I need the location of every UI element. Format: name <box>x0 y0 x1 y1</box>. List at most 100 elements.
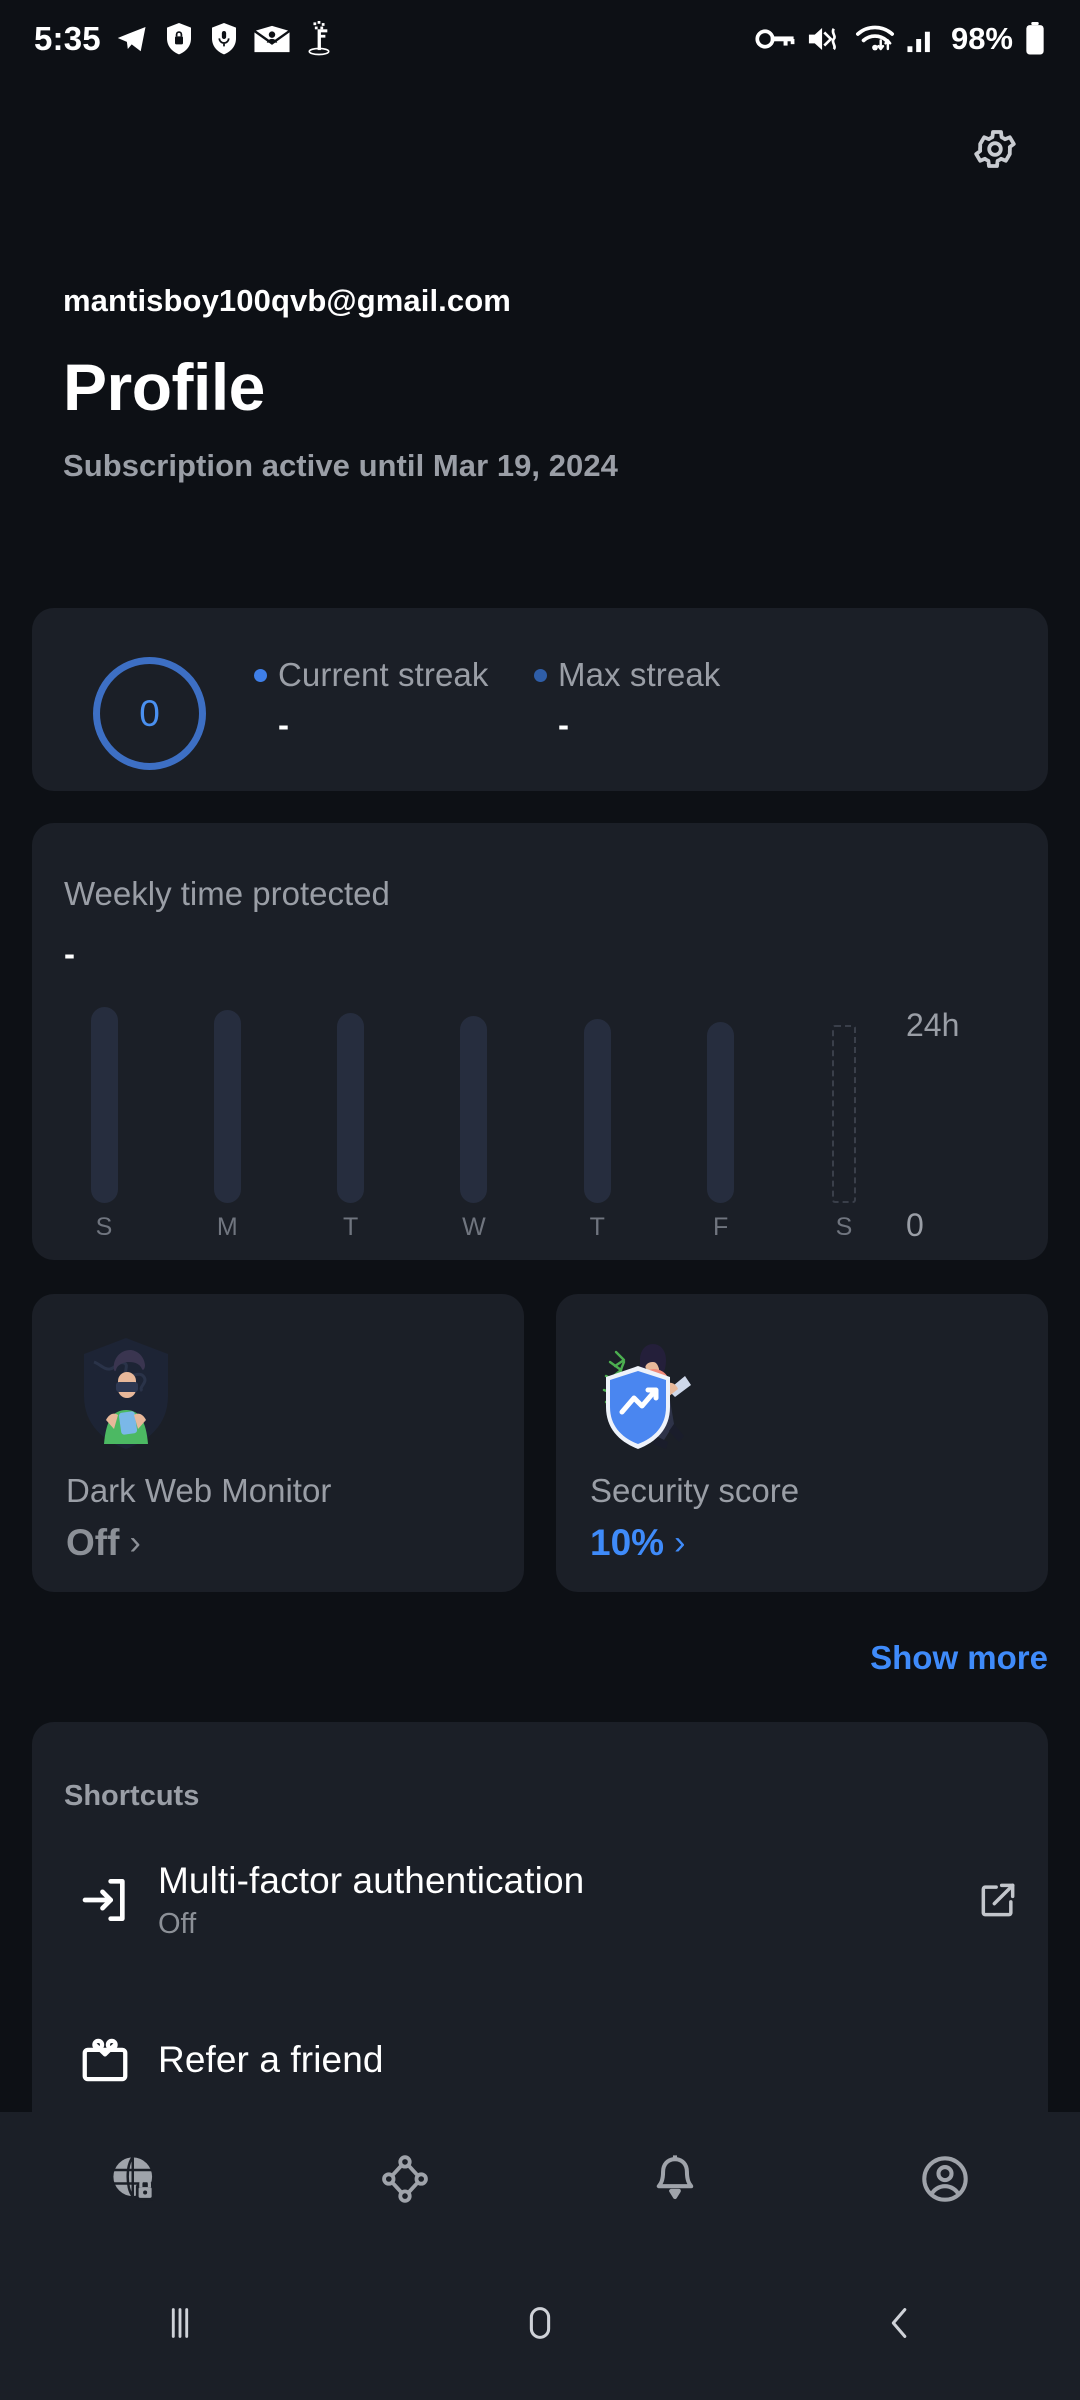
bottom-nav-profile-tab[interactable] <box>810 2112 1080 2246</box>
system-navigation-bar <box>0 2246 1080 2400</box>
chart-bar-slot <box>187 1010 267 1203</box>
shortcuts-header: Shortcuts <box>64 1780 200 1812</box>
chart-bar <box>337 1013 365 1203</box>
chart-x-label: S <box>835 1213 853 1241</box>
shortcut-refer-texts: Refer a friend <box>158 2039 948 2081</box>
cellular-signal-icon <box>907 31 930 53</box>
chart-y-min-label: 0 <box>906 1207 924 1243</box>
shortcut-mfa-label: Multi-factor authentication <box>158 1859 585 1901</box>
chart-bar-slot <box>557 1019 637 1203</box>
chart-bar-slot <box>681 1022 761 1203</box>
max-streak-label: Max streak <box>558 656 721 693</box>
settings-button[interactable] <box>968 122 1022 176</box>
gift-icon <box>78 2033 158 2087</box>
chart-bar <box>583 1019 611 1203</box>
app-screen: 5:35 98% mantisboy100qvb@gmail.com Profi… <box>0 0 1080 2400</box>
chart-x-label: S <box>95 1213 113 1241</box>
weekly-chart: S M T W T F S 24h 0 <box>64 991 1020 1243</box>
system-recents-button[interactable] <box>0 2300 360 2346</box>
wifi-icon <box>855 25 894 51</box>
shortcut-mfa-texts: Multi-factor authentication Off <box>158 1860 948 1941</box>
gear-icon <box>974 130 1016 168</box>
chart-x-label: F <box>713 1213 729 1241</box>
security-score-value-row[interactable]: 10% › <box>590 1522 685 1564</box>
bottom-nav-notifications-tab[interactable] <box>540 2112 810 2246</box>
profile-header: mantisboy100qvb@gmail.com Profile Subscr… <box>63 283 1023 484</box>
chart-x-label: T <box>343 1213 359 1241</box>
current-streak-dot-icon <box>254 668 267 682</box>
chart-bar-slot <box>434 1016 514 1203</box>
shortcut-mfa-sub: Off <box>158 1907 197 1940</box>
bottom-nav-vpn-tab[interactable] <box>0 2112 270 2246</box>
status-bar-right: 98% <box>755 21 1046 57</box>
chart-bar <box>90 1007 118 1203</box>
telegram-icon <box>117 27 146 52</box>
account-circle-icon <box>922 2156 968 2202</box>
dark-web-monitor-card[interactable]: Dark Web Monitor Off › <box>32 1294 524 1592</box>
shortcut-item-refer[interactable]: Refer a friend <box>32 2010 1048 2110</box>
subscription-status: Subscription active until Mar 19, 2024 <box>63 448 618 484</box>
dark-web-monitor-value: Off <box>66 1522 120 1563</box>
streak-ring-value: 0 <box>139 692 160 734</box>
current-streak-value: - <box>278 706 289 743</box>
mute-vibrate-icon <box>808 28 836 51</box>
key-dotted-icon <box>308 21 330 56</box>
weekly-chart-value: - <box>64 935 75 972</box>
chart-y-max-label: 24h <box>906 1007 960 1043</box>
mail-person-icon <box>253 25 291 53</box>
max-streak-value: - <box>558 706 569 743</box>
bottom-nav-meshnet-tab[interactable] <box>270 2112 540 2246</box>
external-link-icon[interactable] <box>948 1878 1048 1922</box>
streak-ring: 0 <box>93 657 206 770</box>
show-more-button[interactable]: Show more <box>870 1639 1048 1677</box>
bell-icon <box>656 2155 694 2200</box>
login-arrow-icon <box>78 1872 158 1928</box>
max-streak-header: Max streak <box>534 656 720 694</box>
chart-x-label: W <box>462 1213 486 1241</box>
shortcut-item-mfa[interactable]: Multi-factor authentication Off <box>32 1840 1048 1960</box>
current-streak-header: Current streak <box>254 656 534 694</box>
chart-x-label: M <box>216 1213 238 1241</box>
chevron-right-icon: › <box>129 1524 141 1562</box>
status-bar-clock: 5:35 <box>34 20 101 57</box>
shortcut-refer-label: Refer a friend <box>158 2039 384 2080</box>
system-back-button[interactable] <box>720 2300 1080 2346</box>
mesh-network-icon <box>382 2155 428 2203</box>
status-bar-left: 5:35 <box>34 20 334 58</box>
page-title: Profile <box>63 350 265 424</box>
shield-lock-icon <box>166 23 191 55</box>
chart-bar-empty <box>831 1025 856 1203</box>
chart-bar-slot <box>311 1013 391 1203</box>
battery-icon <box>1026 22 1044 55</box>
current-streak-column: Current streak - <box>254 656 534 748</box>
chart-bar-slot <box>64 1007 144 1203</box>
person-with-laptop-shield-illustration <box>602 1344 691 1449</box>
bottom-navigation-bar <box>0 2112 1080 2246</box>
chart-x-axis-labels: SMTWTFS <box>64 1213 884 1242</box>
status-bar: 5:35 98% <box>0 0 1080 78</box>
security-score-value: 10% <box>590 1522 665 1563</box>
battery-percentage: 98% <box>950 21 1013 56</box>
dark-web-monitor-value-row[interactable]: Off › <box>66 1522 141 1564</box>
account-email: mantisboy100qvb@gmail.com <box>63 283 511 318</box>
chevron-right-icon: › <box>674 1524 686 1562</box>
vpn-key-icon <box>755 29 795 49</box>
weekly-chart-title: Weekly time protected <box>64 875 390 912</box>
max-streak-dot-icon <box>534 668 547 682</box>
chart-bar <box>213 1010 241 1203</box>
chart-bars <box>64 1005 884 1203</box>
chart-bar <box>707 1022 735 1203</box>
chart-bar <box>460 1016 488 1203</box>
streak-legend: Current streak - Max streak - <box>254 656 720 748</box>
shield-mic-icon <box>211 23 236 55</box>
chart-x-label: T <box>589 1213 605 1241</box>
max-streak-column: Max streak - <box>534 656 720 748</box>
security-score-card[interactable]: Security score 10% › <box>556 1294 1048 1592</box>
chart-bar-slot <box>804 1025 884 1203</box>
back-icon <box>891 2308 907 2338</box>
recents-icon <box>171 2308 189 2338</box>
current-streak-label: Current streak <box>278 656 489 693</box>
security-score-title: Security score <box>590 1472 800 1509</box>
system-home-button[interactable] <box>360 2300 720 2346</box>
globe-lock-icon <box>113 2156 155 2201</box>
